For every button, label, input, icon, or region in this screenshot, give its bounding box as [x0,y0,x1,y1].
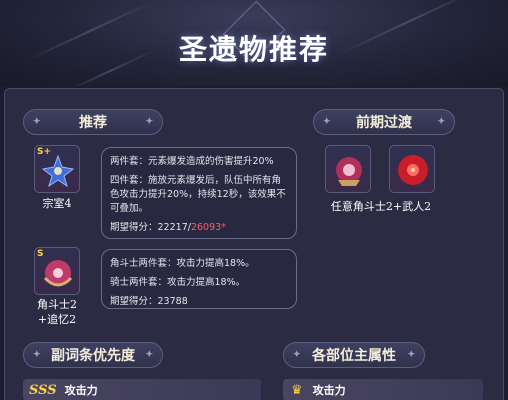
artifact-icon-martial[interactable] [389,145,435,193]
early-set-label: 任意角斗士2+武人2 [330,200,432,213]
main-stat-label: 攻击力 [312,384,346,397]
section-main-stats-label: 各部位主属性 [312,348,396,364]
section-recommend: ✦ 推荐 ✦ [23,109,163,135]
rank-badge: S+ [37,147,52,157]
section-recommend-label: 推荐 [79,115,107,131]
set-bonus-2pc: 两件套：元素爆发造成的伤害提升20% [110,156,274,167]
star-icon: ✦ [323,117,331,127]
crown-icon: ♛ [291,382,303,398]
section-main-stats: ✦ 各部位主属性 ✦ [283,342,425,368]
artifact-desc-card: 两件套：元素爆发造成的伤害提升20% 四件套：施放元素爆发后，队伍中所有角色攻击… [101,147,297,239]
section-substats: ✦ 副词条优先度 ✦ [23,342,163,368]
star-icon: ✦ [145,350,153,360]
main-panel: ✦ 推荐 ✦ ✦ 前期过渡 ✦ S+ 宗室4 两件套：元素爆发造成的伤害提升20… [4,88,504,400]
set-bonus-knight: 骑士两件套：攻击力提高18%。 [110,277,246,288]
set-bonus-4pc: 四件套：施放元素爆发后，队伍中所有角色攻击力提升20%，持续12秒，该效果不可叠… [110,175,286,214]
section-early-label: 前期过渡 [356,115,412,131]
section-substats-label: 副词条优先度 [51,348,135,364]
page-title: 圣遗物推荐 [178,33,329,66]
star-icon: ✦ [407,350,415,360]
star-icon: ✦ [293,350,301,360]
substat-label: 攻击力 [64,384,98,397]
expected-score: 期望得分：23788 [110,296,188,307]
header-banner: 圣遗物推荐 [0,0,508,86]
artifact-desc-card: 角斗士两件套：攻击力提高18%。 骑士两件套：攻击力提高18%。 期望得分：23… [101,249,297,309]
rank-badge: S [37,249,44,259]
star-icon: ✦ [33,350,41,360]
artifact-name: 宗室4 [42,197,72,210]
artifact-icon-gladiator[interactable] [325,145,371,193]
main-stat-row: ♛ 攻击力 [283,379,483,400]
star-icon: ✦ [33,117,41,127]
set-bonus-gladiator: 角斗士两件套：攻击力提高18%。 [110,258,255,269]
star-icon: ✦ [437,117,445,127]
artifact-icon-noblesse[interactable]: S+ [34,145,80,193]
artifact-name: 角斗士2 +追忆2 [37,298,77,326]
star-icon: ✦ [145,117,153,127]
artifact-icon-gladiator-2[interactable]: S [34,247,80,295]
section-early: ✦ 前期过渡 ✦ [313,109,455,135]
expected-score: 期望得分：22217/26093* [110,222,226,233]
substat-row: SSS 攻击力 [23,379,261,400]
rank-sss: SSS [29,382,57,398]
